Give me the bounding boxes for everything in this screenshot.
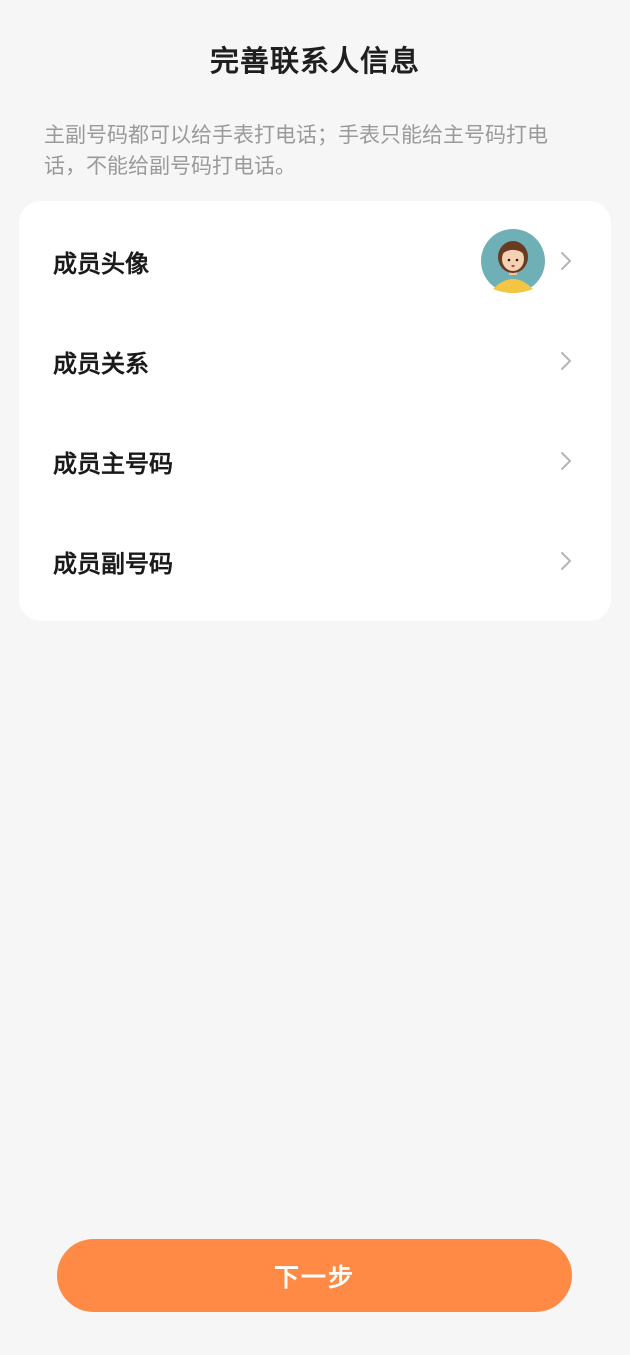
row-member-secondary-number[interactable]: 成员副号码 <box>19 511 611 611</box>
row-member-avatar-label: 成员头像 <box>53 249 149 278</box>
row-member-primary-number-label: 成员主号码 <box>53 449 173 478</box>
page-title: 完善联系人信息 <box>209 44 420 78</box>
chevron-right-icon <box>561 452 571 470</box>
row-member-avatar[interactable]: 成员头像 <box>19 211 611 311</box>
row-member-secondary-number-label: 成员副号码 <box>53 549 173 578</box>
next-step-button[interactable]: 下一步 <box>57 1239 572 1312</box>
row-member-primary-number[interactable]: 成员主号码 <box>19 411 611 511</box>
row-member-relation-label: 成员关系 <box>53 349 149 378</box>
chevron-right-icon <box>561 352 571 370</box>
contact-info-card: 成员头像 成员关系 成员主号码 成员副号码 <box>19 201 611 621</box>
row-member-relation[interactable]: 成员关系 <box>19 311 611 411</box>
chevron-right-icon <box>561 252 571 270</box>
chevron-right-icon <box>561 552 571 570</box>
avatar[interactable] <box>481 229 545 293</box>
hint-text: 主副号码都可以给手表打电话；手表只能给主号码打电话，不能给副号码打电话。 <box>44 123 548 178</box>
